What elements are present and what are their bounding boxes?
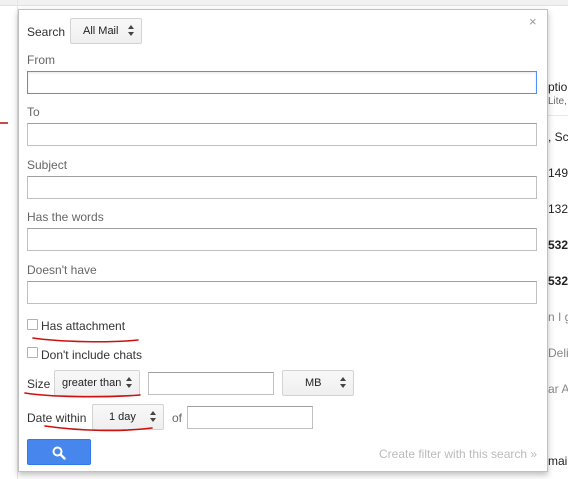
background-left-column — [0, 0, 18, 479]
list-item[interactable]: Lite, — [548, 96, 568, 107]
from-label: From — [27, 53, 55, 67]
create-filter-link[interactable]: Create filter with this search » — [379, 447, 537, 461]
list-item[interactable]: ar A — [548, 382, 568, 396]
size-label: Size — [27, 377, 51, 391]
background-message-list: ptio Lite, , Sc 1499 1324 532 532 n I g … — [548, 0, 568, 479]
date-range-value: 1 day — [109, 411, 136, 423]
has-attachment-checkbox[interactable] — [27, 319, 38, 330]
updown-arrow-icon — [127, 25, 135, 37]
size-operator-select[interactable]: greater than — [54, 370, 140, 396]
from-field[interactable] — [27, 71, 537, 94]
list-divider — [548, 115, 568, 116]
has-words-field[interactable] — [27, 228, 537, 251]
list-item[interactable]: 532 — [548, 238, 568, 252]
list-item[interactable]: ptio — [548, 80, 568, 94]
has-attachment-label[interactable]: Has attachment — [41, 319, 125, 333]
subject-label: Subject — [27, 158, 68, 172]
doesnt-have-field[interactable] — [27, 281, 537, 304]
search-button[interactable] — [27, 439, 91, 465]
list-item[interactable]: 1324 — [548, 202, 568, 216]
dont-include-chats-checkbox[interactable] — [27, 347, 38, 358]
background-red-mark — [0, 118, 8, 124]
list-item[interactable]: , Sc — [548, 130, 568, 144]
date-of-field[interactable] — [187, 406, 313, 429]
close-icon[interactable]: × — [529, 14, 537, 30]
list-item[interactable]: mai — [548, 454, 568, 468]
doesnt-have-label: Doesn't have — [27, 263, 97, 277]
list-item[interactable]: n I g — [548, 310, 568, 324]
list-item[interactable]: 1499 — [548, 166, 568, 180]
search-scope-label: Search — [27, 25, 66, 39]
search-icon — [52, 446, 66, 460]
size-value-field[interactable] — [148, 372, 274, 395]
date-of-label: of — [172, 411, 183, 425]
list-item[interactable]: 532 — [548, 274, 568, 288]
to-label: To — [27, 105, 40, 119]
has-words-label: Has the words — [27, 210, 104, 224]
size-unit-value: MB — [305, 377, 322, 389]
advanced-search-dialog: × Search All Mail From To Subject Has th… — [18, 9, 548, 472]
date-range-select[interactable]: 1 day — [92, 404, 164, 430]
updown-arrow-icon — [339, 377, 347, 389]
search-scope-value: All Mail — [83, 25, 119, 37]
updown-arrow-icon — [125, 377, 133, 389]
size-unit-select[interactable]: MB — [282, 370, 354, 396]
date-within-label: Date within — [27, 411, 87, 425]
updown-arrow-icon — [149, 411, 157, 423]
search-scope-select[interactable]: All Mail — [70, 18, 142, 44]
dont-include-chats-label[interactable]: Don't include chats — [41, 348, 142, 362]
background-toolbar — [0, 0, 568, 6]
list-item[interactable]: Deliv — [548, 346, 568, 360]
subject-field[interactable] — [27, 176, 537, 199]
size-operator-value: greater than — [62, 377, 122, 389]
to-field[interactable] — [27, 123, 537, 146]
